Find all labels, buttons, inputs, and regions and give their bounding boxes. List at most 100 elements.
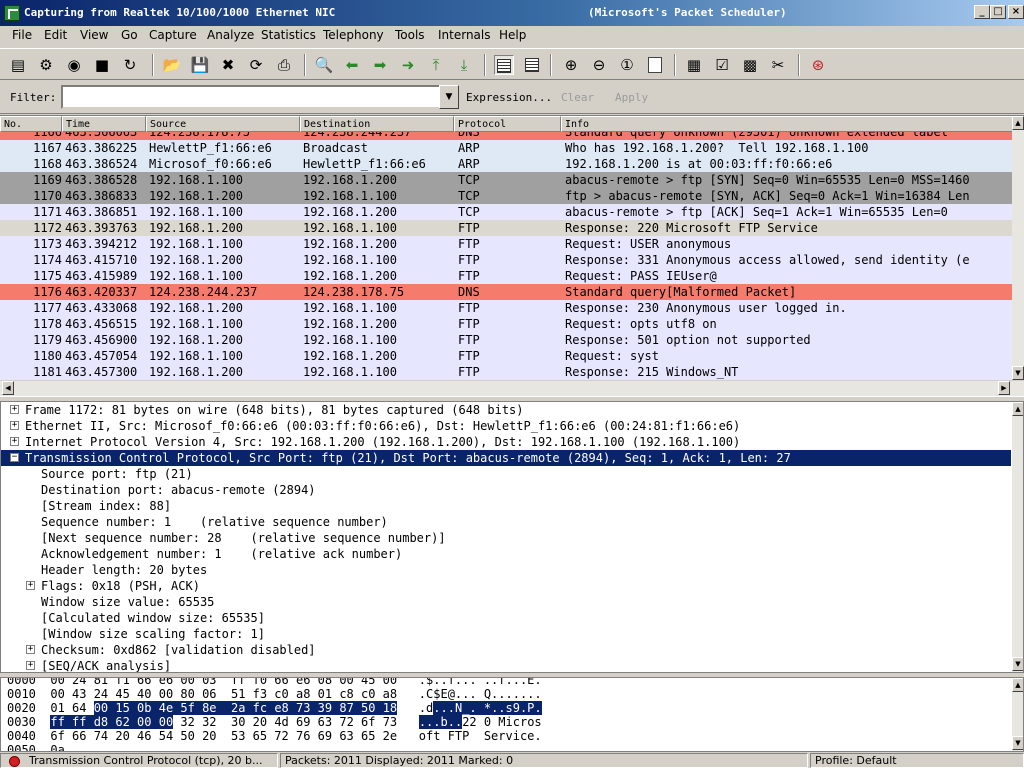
scroll-up-icon[interactable]: ▲ xyxy=(1012,678,1023,692)
packet-row[interactable]: 1171 463.386851 192.168.1.100 192.168.1.200… xyxy=(0,204,1012,220)
clear-button[interactable]: Clear xyxy=(561,91,594,104)
packet-row[interactable]: 1175 463.415989 192.168.1.100 192.168.1.200… xyxy=(0,268,1012,284)
expression-button[interactable]: Expression... xyxy=(466,91,552,104)
detail-tree-item[interactable]: [Next sequence number: 28 (relative sequ… xyxy=(1,530,1011,546)
menu-help[interactable]: Help xyxy=(499,28,526,42)
hex-row[interactable]: 0040 6f 66 74 20 46 54 50 20 53 65 72 76… xyxy=(7,729,542,743)
menu-go[interactable]: Go xyxy=(121,28,138,42)
start-capture-icon[interactable]: ◉ xyxy=(64,55,84,75)
capture-filters-icon[interactable]: ▦ xyxy=(684,55,704,75)
hex-row[interactable]: 0030 ff ff d8 62 00 00 32 32 30 20 4d 69… xyxy=(7,715,542,729)
detail-tree-item[interactable]: Acknowledgement number: 1 (relative ack … xyxy=(1,546,1011,562)
detail-tree-item[interactable]: + Frame 1172: 81 bytes on wire (648 bits)… xyxy=(1,402,1011,418)
detail-tree-item[interactable]: + Flags: 0x18 (PSH, ACK) xyxy=(1,578,1011,594)
column-header-no[interactable]: No. xyxy=(0,116,62,132)
restart-capture-icon[interactable]: ↻ xyxy=(120,55,140,75)
scroll-right-icon[interactable]: ▶ xyxy=(998,381,1010,395)
close-button[interactable]: × xyxy=(1008,5,1024,19)
detail-tree-item[interactable]: [Calculated window size: 65535] xyxy=(1,610,1011,626)
packet-row[interactable]: 1174 463.415710 192.168.1.200 192.168.1.100… xyxy=(0,252,1012,268)
packet-row[interactable]: 1178 463.456515 192.168.1.100 192.168.1.200… xyxy=(0,316,1012,332)
packet-row[interactable]: 1176 463.420337 124.238.244.237 124.238.178… xyxy=(0,284,1012,300)
help-icon[interactable]: ⊛ xyxy=(808,55,828,75)
hex-row[interactable]: 0010 00 43 24 45 40 00 80 06 51 f3 c0 a8… xyxy=(7,687,542,701)
open-file-icon[interactable]: 📂 xyxy=(162,55,182,75)
detail-tree-item[interactable]: [Window size scaling factor: 1] xyxy=(1,626,1011,642)
zoom-in-icon[interactable]: ⊕ xyxy=(561,55,581,75)
expand-icon[interactable]: + xyxy=(10,437,19,446)
packet-row[interactable]: 1177 463.433068 192.168.1.200 192.168.1.100… xyxy=(0,300,1012,316)
scroll-up-icon[interactable]: ▲ xyxy=(1012,116,1024,130)
detail-tree-item[interactable]: + [SEQ/ACK analysis] xyxy=(1,658,1011,672)
column-header-protocol[interactable]: Protocol xyxy=(454,116,561,132)
expand-icon[interactable]: + xyxy=(10,421,19,430)
detail-tree-item[interactable]: − Transmission Control Protocol, Src Port… xyxy=(1,450,1011,466)
packet-row[interactable]: 1172 463.393763 192.168.1.200 192.168.1.100… xyxy=(0,220,1012,236)
packet-row[interactable]: 1180 463.457054 192.168.1.100 192.168.1.200… xyxy=(0,348,1012,364)
column-header-source[interactable]: Source xyxy=(146,116,300,132)
go-back-icon[interactable]: ⬅ xyxy=(342,55,362,75)
menu-internals[interactable]: Internals xyxy=(438,28,491,42)
packet-row[interactable]: 1167 463.386225 HewlettP_f1:66:e6 Broadcast… xyxy=(0,140,1012,156)
menu-tools[interactable]: Tools xyxy=(395,28,425,42)
auto-scroll-icon[interactable] xyxy=(522,55,542,75)
detail-tree-item[interactable]: Window size value: 65535 xyxy=(1,594,1011,610)
packet-list-vertical-scrollbar[interactable]: ▲ ▼ xyxy=(1012,116,1024,380)
print-icon[interactable]: ⎙ xyxy=(274,55,294,75)
scroll-left-icon[interactable]: ◀ xyxy=(2,381,14,395)
scroll-up-icon[interactable]: ▲ xyxy=(1012,402,1023,416)
packet-row[interactable]: 1179 463.456900 192.168.1.200 192.168.1.100… xyxy=(0,332,1012,348)
packet-row[interactable]: 1168 463.386524 Microsof_f0:66:e6 HewlettP_… xyxy=(0,156,1012,172)
hex-row[interactable]: 0020 01 64 00 15 0b 4e 5f 8e 2a fc e8 73… xyxy=(7,701,542,715)
stop-capture-icon[interactable]: ■ xyxy=(92,55,112,75)
preferences-icon[interactable]: ✂ xyxy=(768,55,788,75)
bytes-vertical-scrollbar[interactable]: ▲ ▼ xyxy=(1012,678,1023,751)
minimize-button[interactable]: _ xyxy=(974,5,990,19)
first-packet-icon[interactable]: ⤒ xyxy=(426,55,446,75)
apply-button[interactable]: Apply xyxy=(615,91,648,104)
packet-list-horizontal-scrollbar[interactable]: ◀ ▶ xyxy=(0,380,1024,396)
capture-status-icon[interactable] xyxy=(9,756,20,767)
column-header-time[interactable]: Time xyxy=(62,116,146,132)
detail-tree-item[interactable]: Destination port: abacus-remote (2894) xyxy=(1,482,1011,498)
detail-tree-item[interactable]: [Stream index: 88] xyxy=(1,498,1011,514)
capture-options-icon[interactable]: ⚙ xyxy=(36,55,56,75)
coloring-rules-icon[interactable]: ▩ xyxy=(740,55,760,75)
scroll-down-icon[interactable]: ▼ xyxy=(1012,736,1023,750)
scroll-down-icon[interactable]: ▼ xyxy=(1012,657,1023,671)
hex-row[interactable]: 0000 00 24 81 f1 66 e6 00 03 ff f0 66 e6… xyxy=(7,678,542,687)
detail-tree-item[interactable]: Source port: ftp (21) xyxy=(1,466,1011,482)
last-packet-icon[interactable]: ⤓ xyxy=(454,55,474,75)
expand-icon[interactable]: + xyxy=(10,405,19,414)
menu-telephony[interactable]: Telephony xyxy=(323,28,384,42)
hex-row[interactable]: 0050 0a . xyxy=(7,743,419,751)
menu-statistics[interactable]: Statistics xyxy=(261,28,316,42)
detail-tree-item[interactable]: + Internet Protocol Version 4, Src: 192.1… xyxy=(1,434,1011,450)
find-packet-icon[interactable]: 🔍 xyxy=(314,55,334,75)
reload-icon[interactable]: ⟳ xyxy=(246,55,266,75)
detail-tree-item[interactable]: + Checksum: 0xd862 [validation disabled] xyxy=(1,642,1011,658)
packet-row[interactable]: 1169 463.386528 192.168.1.100 192.168.1.200… xyxy=(0,172,1012,188)
close-file-icon[interactable]: ✖ xyxy=(218,55,238,75)
filter-input[interactable] xyxy=(61,85,441,109)
menu-edit[interactable]: Edit xyxy=(44,28,67,42)
packet-row[interactable]: 1173 463.394212 192.168.1.100 192.168.1.200… xyxy=(0,236,1012,252)
maximize-button[interactable]: □ xyxy=(990,5,1006,19)
normal-size-icon[interactable]: ① xyxy=(617,55,637,75)
scroll-down-icon[interactable]: ▼ xyxy=(1012,366,1024,380)
expand-icon[interactable]: + xyxy=(26,645,35,654)
collapse-icon[interactable]: − xyxy=(10,453,19,462)
detail-tree-item[interactable]: + Ethernet II, Src: Microsof_f0:66:e6 (00… xyxy=(1,418,1011,434)
interfaces-icon[interactable]: ▤ xyxy=(8,55,28,75)
menu-capture[interactable]: Capture xyxy=(149,28,197,42)
detail-tree-item[interactable]: Header length: 20 bytes xyxy=(1,562,1011,578)
packet-row[interactable]: 1170 463.386833 192.168.1.200 192.168.1.100… xyxy=(0,188,1012,204)
menu-view[interactable]: View xyxy=(80,28,108,42)
menu-file[interactable]: File xyxy=(12,28,32,42)
save-file-icon[interactable]: 💾 xyxy=(190,55,210,75)
display-filters-icon[interactable]: ☑ xyxy=(712,55,732,75)
packet-row[interactable]: 1166 463.366063 124.238.178.75 124.238.244.… xyxy=(0,132,1012,140)
packet-row[interactable]: 1181 463.457300 192.168.1.200 192.168.1.100… xyxy=(0,364,1012,380)
status-profile[interactable]: Profile: Default xyxy=(810,753,1024,768)
expand-icon[interactable]: + xyxy=(26,581,35,590)
